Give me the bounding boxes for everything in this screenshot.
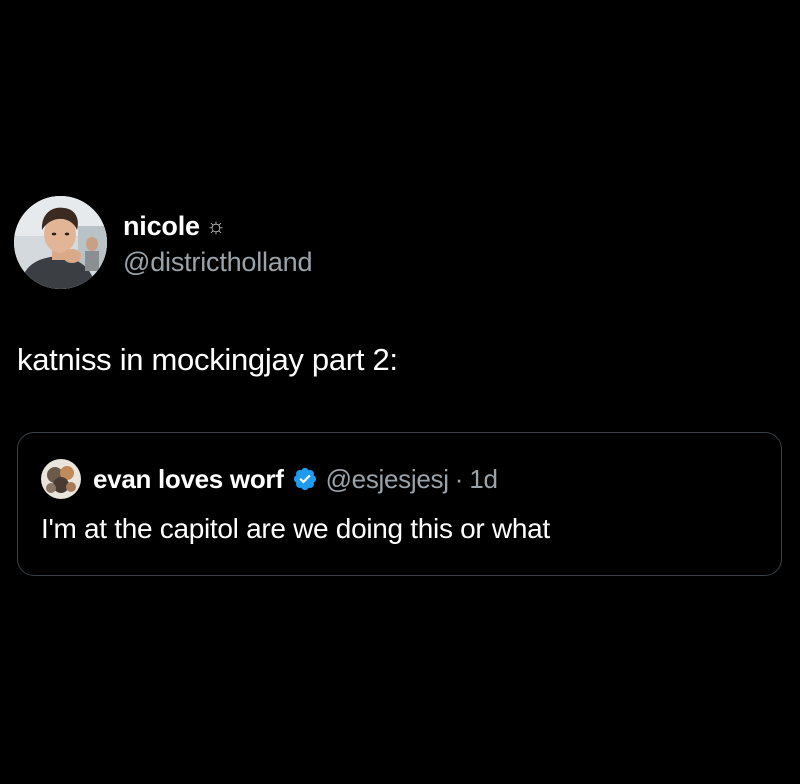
- quoted-tweet-text: I'm at the capitol are we doing this or …: [41, 513, 550, 544]
- avatar-photo-icon: [14, 196, 107, 289]
- author-display-name[interactable]: nicole: [123, 211, 200, 242]
- avatar-photo-icon: [41, 459, 81, 499]
- quoted-author-avatar[interactable]: [41, 459, 81, 499]
- tweet-text: katniss in mockingjay part 2:: [17, 342, 398, 377]
- quoted-tweet-card[interactable]: evan loves worf @esjesjesj · 1d I'm at t…: [17, 432, 782, 576]
- verified-badge-icon: [292, 466, 318, 492]
- dot-separator: ·: [454, 463, 464, 494]
- tweet-author-header: nicole ☼ @districtholland: [14, 196, 312, 289]
- quoted-author-display-name[interactable]: evan loves worf: [93, 464, 284, 495]
- author-avatar[interactable]: [14, 196, 107, 289]
- author-name-row: nicole ☼: [123, 207, 312, 245]
- quoted-tweet-timestamp[interactable]: 1d: [469, 464, 498, 495]
- author-name-block: nicole ☼ @districtholland: [123, 207, 312, 278]
- quoted-author-handle[interactable]: @esjesjesj: [326, 464, 449, 495]
- sun-icon: ☼: [205, 213, 226, 238]
- quoted-tweet-header: evan loves worf @esjesjesj · 1d: [41, 459, 498, 499]
- author-handle[interactable]: @districtholland: [123, 247, 312, 278]
